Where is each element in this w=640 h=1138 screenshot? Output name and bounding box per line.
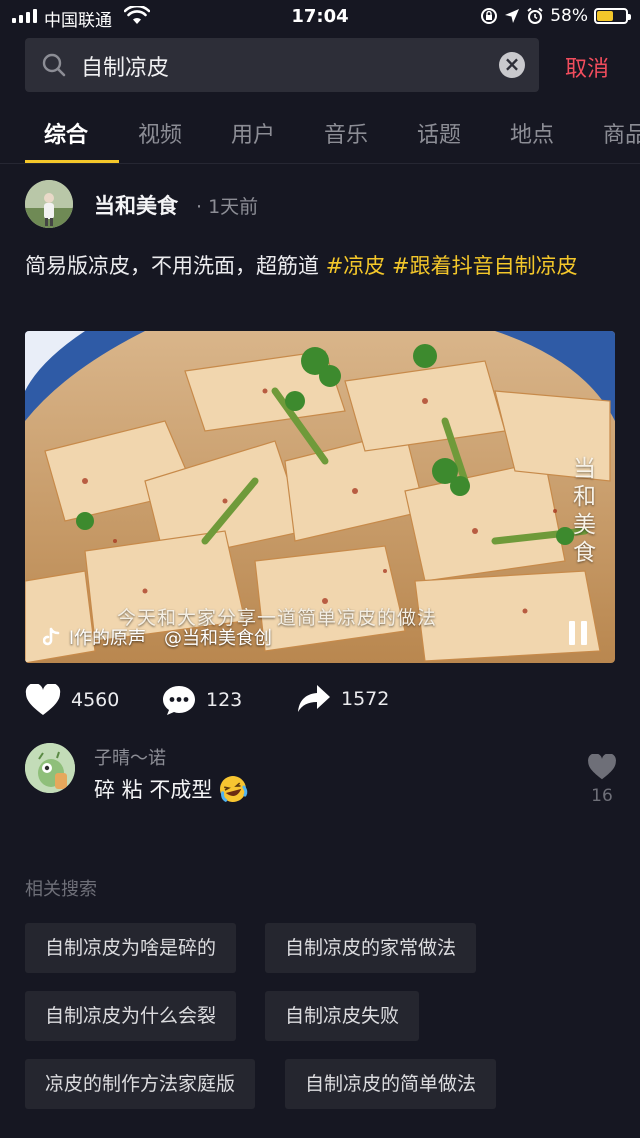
battery-icon	[594, 8, 631, 24]
status-indicators: 58%	[480, 6, 631, 26]
post-caption: 简易版凉皮，不用洗面，超筋道 #凉皮 #跟着抖音自制凉皮	[25, 250, 615, 282]
pause-icon[interactable]	[569, 621, 589, 645]
post-time: · 1天前	[196, 196, 259, 218]
commenter-avatar[interactable]	[25, 743, 75, 793]
comment-like-count: 16	[591, 786, 613, 806]
search-input[interactable]: 自制凉皮 ×	[25, 38, 539, 92]
video-watermark: 当和美食	[573, 456, 596, 566]
comment-icon	[163, 686, 195, 715]
share-button[interactable]: 1572	[297, 684, 389, 714]
location-icon	[505, 9, 520, 23]
related-search-chip[interactable]: 自制凉皮为什么会裂	[25, 991, 237, 1041]
video-player[interactable]: 当和美食 今天和大家分享一道简单凉皮的做法 l作的原声 @当和美食创	[25, 331, 615, 663]
heart-icon	[25, 684, 61, 715]
search-query: 自制凉皮	[81, 56, 170, 81]
author-avatar[interactable]	[25, 180, 73, 228]
music-label: l作的原声 @当和美食创	[69, 628, 272, 649]
search-tabs: 综合 视频 用户 音乐 话题 地点 商品	[0, 100, 640, 164]
laughing-emoji-icon	[220, 776, 248, 802]
orientation-lock-icon	[481, 8, 498, 24]
hashtag-link[interactable]: #跟着抖音自制凉皮	[392, 254, 578, 278]
commenter-name[interactable]: 子晴～诺	[94, 744, 166, 770]
share-count: 1572	[341, 688, 390, 710]
tab-users[interactable]: 用户	[231, 117, 275, 149]
status-bar: 中国联通 17:04 58%	[0, 0, 640, 34]
tab-topics[interactable]: 话题	[417, 117, 461, 149]
related-search-chip[interactable]: 自制凉皮失败	[265, 991, 420, 1041]
author-name[interactable]: 当和美食	[94, 190, 178, 220]
tab-indicator	[25, 160, 119, 163]
like-count: 4560	[71, 689, 120, 711]
comment-like-button[interactable]: 16	[586, 753, 618, 806]
related-search-chip[interactable]: 自制凉皮的简单做法	[285, 1059, 497, 1109]
comment-button[interactable]: 123	[162, 684, 242, 716]
comment-body: 碎 粘 不成型	[94, 774, 248, 804]
search-icon	[42, 53, 66, 77]
like-button[interactable]: 4560	[25, 684, 119, 716]
music-info[interactable]: l作的原声 @当和美食创	[43, 624, 272, 650]
music-note-icon	[43, 627, 60, 646]
alarm-icon	[527, 7, 543, 24]
tab-video[interactable]: 视频	[138, 117, 182, 149]
related-search-chip[interactable]: 自制凉皮的家常做法	[265, 923, 477, 973]
comment-text: 碎 粘 不成型	[94, 778, 213, 802]
tab-music[interactable]: 音乐	[324, 117, 368, 149]
related-search-chip[interactable]: 自制凉皮为啥是碎的	[25, 923, 237, 973]
battery-percent: 58%	[550, 6, 588, 26]
related-searches-title: 相关搜索	[25, 879, 97, 900]
tab-places[interactable]: 地点	[510, 117, 554, 149]
caption-text: 简易版凉皮，不用洗面，超筋道	[25, 254, 319, 278]
heart-icon	[588, 753, 616, 780]
hashtag-link[interactable]: #凉皮	[326, 254, 386, 278]
share-icon	[298, 685, 330, 712]
related-search-chip[interactable]: 凉皮的制作方法家庭版	[25, 1059, 256, 1109]
clear-icon[interactable]: ×	[499, 52, 525, 78]
tab-products[interactable]: 商品	[603, 117, 640, 149]
comment-count: 123	[206, 689, 243, 711]
tab-all[interactable]: 综合	[44, 117, 88, 149]
cancel-button[interactable]: 取消	[565, 51, 609, 83]
